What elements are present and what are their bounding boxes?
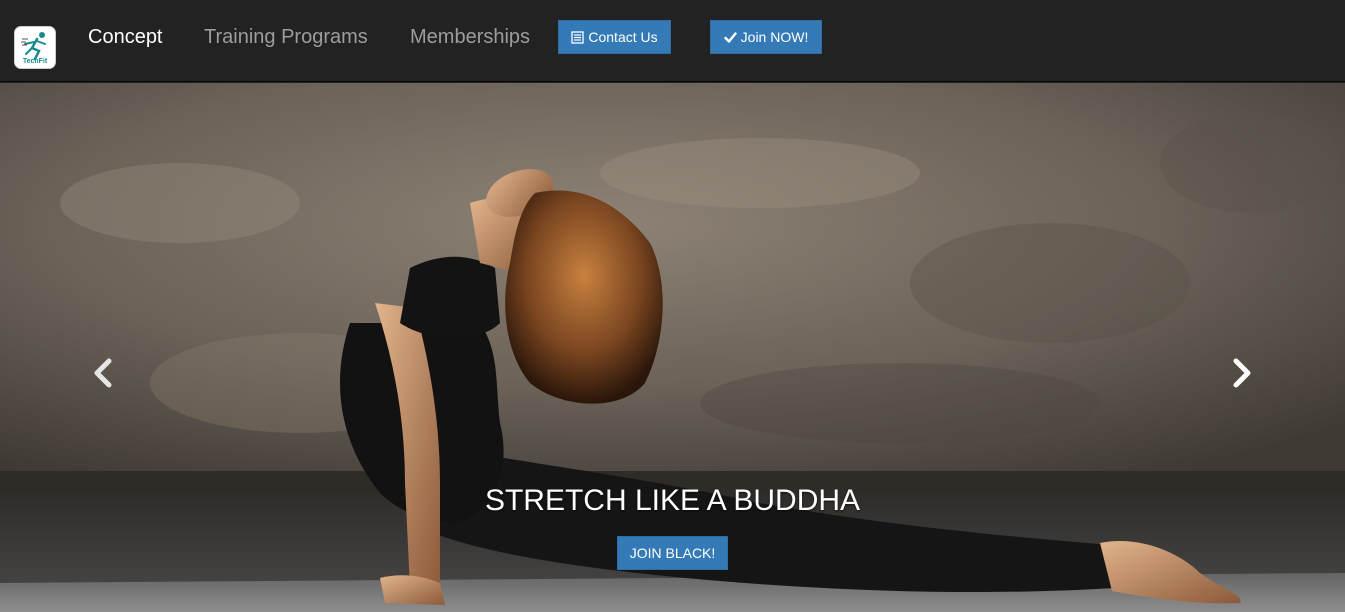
- techfit-logo[interactable]: TechFit: [14, 26, 56, 69]
- hero-caption: STRETCH LIKE A BUDDHA: [0, 483, 1345, 519]
- contact-us-button[interactable]: Contact Us: [558, 20, 671, 54]
- hero-caption-title: STRETCH LIKE A BUDDHA: [484, 484, 861, 517]
- checkmark-icon: [723, 31, 737, 43]
- hero-carousel: STRETCH LIKE A BUDDHA JOIN BLACK!: [0, 83, 1345, 612]
- carousel-prev-icon[interactable]: [89, 355, 119, 391]
- nav-item-training-programs[interactable]: Training Programs: [204, 24, 368, 50]
- contact-us-label: Contact Us: [588, 29, 658, 45]
- join-now-button[interactable]: Join NOW!: [710, 20, 822, 54]
- top-navbar: TechFit Concept Training Programs Member…: [0, 0, 1345, 82]
- hero-image: [0, 83, 1345, 612]
- carousel-next-icon[interactable]: [1226, 355, 1256, 391]
- logo-text: TechFit: [22, 58, 48, 65]
- nav-item-concept[interactable]: Concept: [88, 24, 163, 50]
- nav-item-memberships[interactable]: Memberships: [410, 24, 530, 50]
- list-alt-icon: [571, 30, 585, 44]
- join-black-button[interactable]: JOIN BLACK!: [617, 536, 728, 570]
- join-now-label: Join NOW!: [740, 29, 809, 45]
